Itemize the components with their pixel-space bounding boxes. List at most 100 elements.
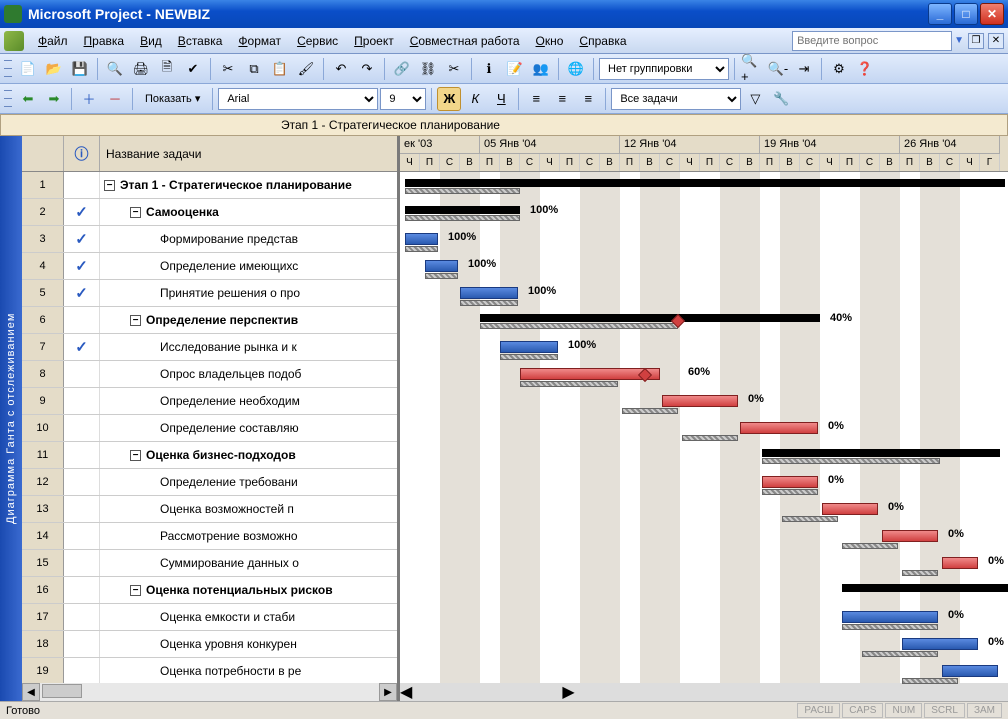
row-number[interactable]: 12	[22, 469, 64, 495]
task-row[interactable]: 6 −Определение перспектив	[22, 307, 397, 334]
close-button[interactable]: ✕	[980, 3, 1004, 25]
task-bar[interactable]	[500, 341, 558, 353]
summary-bar[interactable]	[405, 179, 1005, 187]
add-icon[interactable]: ＋	[77, 87, 101, 111]
publish-icon[interactable]: 🌐	[564, 57, 588, 81]
scroll-right-icon[interactable]: ▶	[379, 683, 397, 701]
grid-h-scrollbar[interactable]: ◀ ▶	[22, 683, 397, 701]
col-header-rownum[interactable]	[22, 136, 64, 171]
collapse-icon[interactable]: −	[130, 450, 141, 461]
row-number[interactable]: 8	[22, 361, 64, 387]
task-row[interactable]: 18 Оценка уровня конкурен	[22, 631, 397, 658]
row-number[interactable]: 18	[22, 631, 64, 657]
task-name-cell[interactable]: −Оценка потенциальных рисков	[100, 577, 397, 603]
task-bar[interactable]	[842, 611, 938, 623]
row-number[interactable]: 19	[22, 658, 64, 683]
menu-справка[interactable]: Справка	[571, 31, 634, 51]
task-row[interactable]: 3✓Формирование представ	[22, 226, 397, 253]
menu-сервис[interactable]: Сервис	[289, 31, 346, 51]
view-bar[interactable]: Диаграмма Ганта с отслеживанием	[0, 136, 22, 701]
split-icon[interactable]: ✂	[442, 57, 466, 81]
task-name-cell[interactable]: Рассмотрение возможно	[100, 523, 397, 549]
scroll-left-icon[interactable]: ◀	[400, 682, 412, 701]
task-bar[interactable]	[942, 557, 978, 569]
menu-вид[interactable]: Вид	[132, 31, 170, 51]
font-combo[interactable]: Arial	[218, 88, 378, 110]
scroll-left-icon[interactable]: ◀	[22, 683, 40, 701]
menu-файл[interactable]: Файл	[30, 31, 76, 51]
summary-bar[interactable]	[405, 206, 520, 214]
toolbar-grip[interactable]	[4, 88, 12, 110]
search-icon[interactable]: 🔍	[103, 57, 127, 81]
task-bar[interactable]	[822, 503, 878, 515]
task-bar[interactable]	[762, 476, 818, 488]
task-row[interactable]: 8 Опрос владельцев подоб	[22, 361, 397, 388]
row-number[interactable]: 15	[22, 550, 64, 576]
row-number[interactable]: 3	[22, 226, 64, 252]
row-number[interactable]: 4	[22, 253, 64, 279]
align-left-icon[interactable]: ≡	[524, 87, 548, 111]
col-header-info[interactable]: ⓘ	[64, 136, 100, 171]
row-number[interactable]: 11	[22, 442, 64, 468]
nav-fwd-icon[interactable]: ➡	[42, 87, 66, 111]
task-bar[interactable]	[740, 422, 818, 434]
summary-bar[interactable]	[480, 314, 820, 322]
task-row[interactable]: 4✓Определение имеющихс	[22, 253, 397, 280]
task-name-cell[interactable]: Оценка уровня конкурен	[100, 631, 397, 657]
task-name-cell[interactable]: −Определение перспектив	[100, 307, 397, 333]
menu-правка[interactable]: Правка	[76, 31, 133, 51]
remove-icon[interactable]: －	[103, 87, 127, 111]
autofilter-icon[interactable]: ▽	[743, 87, 767, 111]
link-icon[interactable]: 🔗	[390, 57, 414, 81]
menu-окно[interactable]: Окно	[528, 31, 572, 51]
zoom-out-icon[interactable]: 🔍-	[766, 57, 790, 81]
copy-icon[interactable]: ⧉	[242, 57, 266, 81]
task-name-cell[interactable]: Исследование рынка и к	[100, 334, 397, 360]
row-number[interactable]: 6	[22, 307, 64, 333]
grouping-combo[interactable]: Нет группировки	[599, 58, 729, 80]
wizard-icon[interactable]: ⚙	[827, 57, 851, 81]
collapse-icon[interactable]: −	[130, 207, 141, 218]
task-row[interactable]: 19 Оценка потребности в ре	[22, 658, 397, 683]
preview-icon[interactable]: 🗎	[155, 57, 179, 81]
col-header-name[interactable]: Название задачи	[100, 136, 397, 171]
menu-проект[interactable]: Проект	[346, 31, 402, 51]
task-bar[interactable]	[882, 530, 938, 542]
task-name-cell[interactable]: Суммирование данных о	[100, 550, 397, 576]
task-name-cell[interactable]: Принятие решения о про	[100, 280, 397, 306]
collapse-icon[interactable]: −	[130, 315, 141, 326]
align-center-icon[interactable]: ≡	[550, 87, 574, 111]
goto-task-icon[interactable]: ⇥	[792, 57, 816, 81]
notes-icon[interactable]: 📝	[503, 57, 527, 81]
task-row[interactable]: 14Рассмотрение возможно	[22, 523, 397, 550]
task-name-cell[interactable]: Опрос владельцев подоб	[100, 361, 397, 387]
row-number[interactable]: 1	[22, 172, 64, 198]
task-bar[interactable]	[902, 638, 978, 650]
task-row[interactable]: 11 −Оценка бизнес-подходов	[22, 442, 397, 469]
task-bar[interactable]	[425, 260, 458, 272]
task-row[interactable]: 13Оценка возможностей п	[22, 496, 397, 523]
format-painter-icon[interactable]: 🖌	[294, 57, 318, 81]
task-name-cell[interactable]: Оценка емкости и стаби	[100, 604, 397, 630]
task-name-cell[interactable]: Определение необходим	[100, 388, 397, 414]
task-row[interactable]: 12Определение требовани	[22, 469, 397, 496]
menu-формат[interactable]: Формат	[230, 31, 289, 51]
task-row[interactable]: 10Определение составляю	[22, 415, 397, 442]
gantt-body[interactable]: 100%100%100%100%40%100%60%0%0%0%0%0%0%0%…	[400, 172, 1008, 683]
task-name-cell[interactable]: Оценка потребности в ре	[100, 658, 397, 683]
help-search-input[interactable]	[792, 31, 952, 51]
task-name-cell[interactable]: −Оценка бизнес-подходов	[100, 442, 397, 468]
task-row[interactable]: 1−Этап 1 - Стратегическое планирование	[22, 172, 397, 199]
collapse-icon[interactable]: −	[104, 180, 115, 191]
row-number[interactable]: 2	[22, 199, 64, 225]
row-number[interactable]: 13	[22, 496, 64, 522]
fontsize-combo[interactable]: 9	[380, 88, 426, 110]
gantt-h-scrollbar[interactable]: ◀ ▶	[400, 683, 1008, 701]
filter-combo[interactable]: Все задачи	[611, 88, 741, 110]
tools-icon[interactable]: 🔧	[769, 87, 793, 111]
row-number[interactable]: 7	[22, 334, 64, 360]
task-row[interactable]: 17Оценка емкости и стаби	[22, 604, 397, 631]
bold-icon[interactable]: Ж	[437, 87, 461, 111]
dropdown-icon[interactable]: ▼	[954, 35, 964, 46]
summary-bar[interactable]	[842, 584, 1008, 592]
